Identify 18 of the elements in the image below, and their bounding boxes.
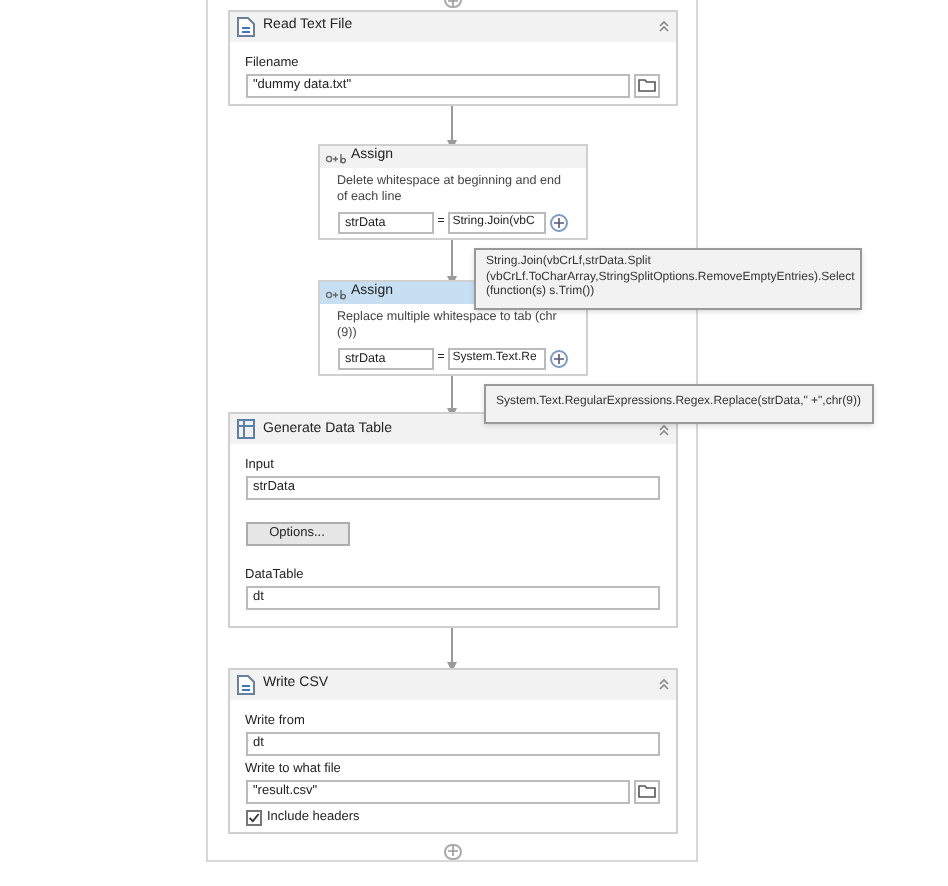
folder-browse-button[interactable] — [633, 73, 659, 98]
connector-arrow — [447, 105, 457, 145]
document-icon — [235, 673, 255, 696]
collapse-icon[interactable] — [657, 678, 669, 691]
collapse-icon[interactable] — [657, 423, 669, 436]
add-icon[interactable] — [550, 350, 567, 369]
document-icon — [235, 15, 255, 38]
connector-arrow — [447, 240, 457, 281]
add-activity-icon[interactable] — [443, 843, 461, 860]
assign-icon — [325, 151, 345, 164]
checkbox[interactable] — [245, 809, 261, 826]
connector-arrow — [447, 628, 457, 668]
folder-browse-button[interactable] — [633, 779, 659, 804]
connector-arrow — [447, 376, 457, 413]
add-icon[interactable] — [550, 214, 567, 233]
assign-icon — [325, 287, 345, 300]
table-icon — [235, 418, 255, 441]
collapse-icon[interactable] — [657, 20, 669, 33]
